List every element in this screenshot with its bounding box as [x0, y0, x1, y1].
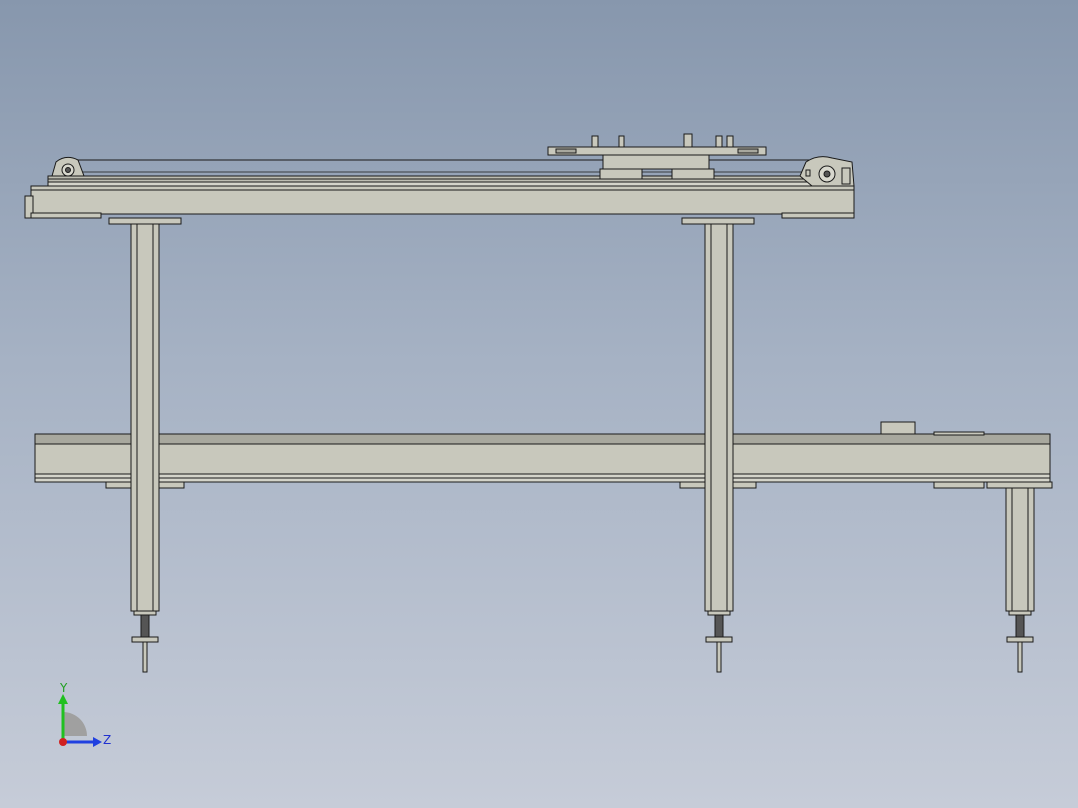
z-axis-arrowhead — [93, 737, 102, 747]
leg-middle[interactable] — [704, 223, 734, 673]
leg-right[interactable] — [1005, 487, 1035, 673]
orientation-triad[interactable]: Y Z — [40, 680, 130, 760]
triad-quadrant — [63, 712, 87, 736]
z-axis-label: Z — [103, 733, 111, 747]
x-axis-dot — [59, 738, 67, 746]
assembly-model[interactable] — [0, 0, 1078, 808]
leg-left[interactable] — [130, 223, 160, 673]
cad-viewport[interactable]: Y Z — [0, 0, 1078, 808]
lower-beam[interactable] — [34, 421, 1053, 489]
upper-mount-plate-middle[interactable] — [681, 217, 755, 225]
right-pulley[interactable] — [799, 156, 855, 187]
upper-mount-plate-left[interactable] — [108, 217, 182, 225]
upper-beam[interactable] — [24, 159, 855, 219]
y-axis-label: Y — [59, 681, 68, 695]
y-axis-arrowhead — [58, 694, 68, 704]
